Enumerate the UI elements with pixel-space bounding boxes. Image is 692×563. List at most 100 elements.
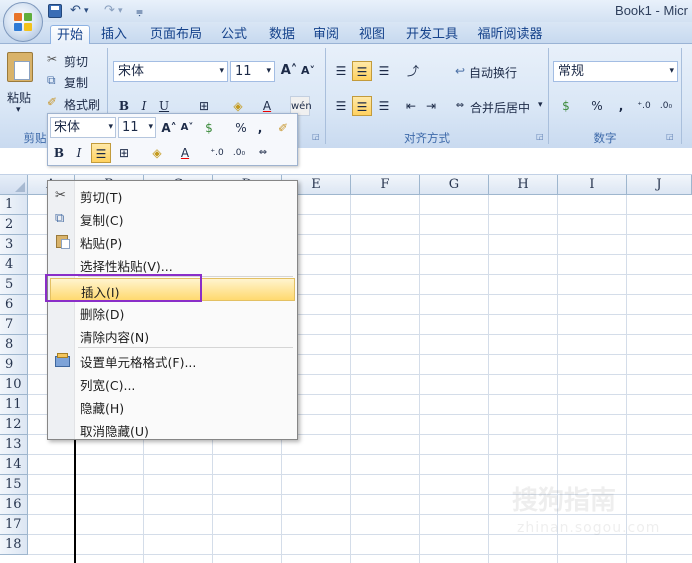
- row-header-14[interactable]: 14: [0, 455, 28, 475]
- redo-dropdown-icon[interactable]: ▾: [118, 3, 123, 19]
- mini-fill-color-icon[interactable]: ◈: [148, 143, 166, 163]
- increase-indent-icon[interactable]: ⇥: [422, 96, 440, 116]
- row-header-6[interactable]: 6: [0, 295, 28, 315]
- menu-item-copy[interactable]: ⧉ 复制(C): [50, 207, 295, 230]
- align-middle-icon[interactable]: ☰: [352, 61, 372, 81]
- copy-button[interactable]: 复制: [64, 74, 88, 91]
- column-header-g[interactable]: G: [420, 175, 489, 195]
- tab-foxit-reader[interactable]: 福昕阅读器: [472, 25, 548, 44]
- menu-item-clear-contents[interactable]: 清除内容(N): [50, 324, 295, 347]
- mini-shrink-font-icon[interactable]: A˅: [180, 118, 194, 138]
- mini-percent-button[interactable]: %: [234, 118, 248, 138]
- row-header-4[interactable]: 4: [0, 255, 28, 275]
- column-header-j[interactable]: J: [627, 175, 692, 195]
- comma-button[interactable]: ,: [615, 96, 627, 116]
- tab-home[interactable]: 开始: [50, 25, 90, 44]
- align-center-icon[interactable]: ☰: [352, 96, 372, 116]
- mini-font-size-box[interactable]: 11 ▾: [118, 117, 156, 138]
- menu-item-paste[interactable]: 粘贴(P): [50, 230, 295, 253]
- column-header-i[interactable]: I: [558, 175, 627, 195]
- tab-data[interactable]: 数据: [262, 25, 302, 44]
- column-header-h[interactable]: H: [489, 175, 558, 195]
- align-top-icon[interactable]: ☰: [332, 61, 350, 81]
- column-header-f[interactable]: F: [351, 175, 420, 195]
- font-size-box[interactable]: 11 ▾: [230, 61, 275, 82]
- merge-dropdown-icon[interactable]: ▾: [538, 100, 543, 110]
- menu-item-cut[interactable]: ✂ 剪切(T): [50, 184, 295, 207]
- office-button[interactable]: [3, 2, 43, 42]
- align-right-icon[interactable]: ☰: [375, 96, 393, 116]
- redo-icon[interactable]: ↷: [104, 3, 115, 19]
- mini-increase-decimal-icon[interactable]: ⁺.0: [208, 143, 226, 163]
- row-header-2[interactable]: 2: [0, 215, 28, 235]
- wrap-text-icon[interactable]: ↩: [452, 61, 468, 81]
- mini-center-align-icon[interactable]: ☰: [91, 143, 111, 163]
- menu-item-unhide[interactable]: 取消隐藏(U): [50, 418, 295, 441]
- cut-button[interactable]: 剪切: [64, 53, 88, 70]
- undo-icon[interactable]: ↶: [70, 3, 81, 19]
- merge-center-icon[interactable]: ⇔: [452, 96, 468, 116]
- row-header-8[interactable]: 8: [0, 335, 28, 355]
- tab-developer[interactable]: 开发工具: [400, 25, 464, 44]
- row-header-7[interactable]: 7: [0, 315, 28, 335]
- mini-font-name-box[interactable]: 宋体 ▾: [50, 117, 116, 138]
- tab-view[interactable]: 视图: [354, 25, 390, 44]
- mini-font-color-icon[interactable]: A: [176, 143, 194, 163]
- menu-item-hide[interactable]: 隐藏(H): [50, 395, 295, 418]
- merge-center-button[interactable]: 合并后居中: [470, 99, 530, 116]
- format-painter-button[interactable]: 格式刷: [64, 96, 100, 113]
- menu-item-format-cells[interactable]: 设置单元格格式(F)...: [50, 349, 295, 372]
- alignment-launcher-icon[interactable]: ◲: [536, 132, 544, 141]
- menu-item-column-width[interactable]: 列宽(C)...: [50, 372, 295, 395]
- row-header-18[interactable]: 18: [0, 535, 28, 555]
- mini-comma-button[interactable]: ,: [254, 118, 266, 138]
- row-header-15[interactable]: 15: [0, 475, 28, 495]
- undo-dropdown-icon[interactable]: ▾: [84, 3, 89, 19]
- mini-italic-button[interactable]: I: [72, 143, 86, 163]
- mini-format-painter-icon[interactable]: ✐: [274, 118, 292, 138]
- row-header-13[interactable]: 13: [0, 435, 28, 455]
- mini-bold-button[interactable]: B: [52, 143, 66, 163]
- currency-icon[interactable]: $: [555, 96, 577, 116]
- decrease-decimal-icon[interactable]: .0₀: [656, 96, 676, 116]
- row-header-17[interactable]: 17: [0, 515, 28, 535]
- font-name-box[interactable]: 宋体 ▾: [113, 61, 228, 82]
- row-header-3[interactable]: 3: [0, 235, 28, 255]
- mini-currency-icon[interactable]: $: [198, 118, 220, 138]
- mini-merge-icon[interactable]: ⇔: [253, 143, 273, 163]
- mini-borders-icon[interactable]: ⊞: [115, 143, 133, 163]
- number-launcher-icon[interactable]: ◲: [666, 132, 674, 141]
- font-launcher-icon[interactable]: ◲: [312, 132, 320, 141]
- mini-decrease-decimal-icon[interactable]: .0₀: [230, 143, 248, 163]
- select-all-corner[interactable]: [0, 175, 28, 195]
- row-header-16[interactable]: 16: [0, 495, 28, 515]
- decrease-indent-icon[interactable]: ⇤: [402, 96, 420, 116]
- increase-decimal-icon[interactable]: ⁺.0: [634, 96, 654, 116]
- tab-page-layout[interactable]: 页面布局: [144, 25, 208, 44]
- align-left-icon[interactable]: ☰: [332, 96, 350, 116]
- paste-dropdown-icon[interactable]: ▾: [16, 105, 21, 115]
- align-bottom-icon[interactable]: ☰: [375, 61, 393, 81]
- paste-button[interactable]: 粘贴: [7, 89, 31, 106]
- wrap-text-button[interactable]: 自动换行: [469, 64, 517, 81]
- row-header-10[interactable]: 10: [0, 375, 28, 395]
- menu-item-delete[interactable]: 删除(D): [50, 301, 295, 324]
- number-format-box[interactable]: 常规 ▾: [553, 61, 678, 82]
- tab-review[interactable]: 审阅: [308, 25, 344, 44]
- save-icon[interactable]: [48, 4, 62, 18]
- orientation-icon[interactable]: ⤴: [400, 61, 426, 81]
- paste-icon[interactable]: [7, 52, 33, 82]
- row-header-11[interactable]: 11: [0, 395, 28, 415]
- menu-item-paste-special[interactable]: 选择性粘贴(V)...: [50, 253, 295, 276]
- mini-grow-font-icon[interactable]: A˄: [160, 118, 178, 138]
- tab-insert[interactable]: 插入: [96, 25, 132, 44]
- customize-qat-icon[interactable]: ⩦: [136, 3, 143, 19]
- row-header-1[interactable]: 1: [0, 195, 28, 215]
- row-header-12[interactable]: 12: [0, 415, 28, 435]
- row-header-9[interactable]: 9: [0, 355, 28, 375]
- grow-font-icon[interactable]: A˄: [280, 61, 298, 81]
- row-header-5[interactable]: 5: [0, 275, 28, 295]
- shrink-font-icon[interactable]: A˅: [300, 61, 316, 81]
- percent-button[interactable]: %: [590, 96, 604, 116]
- tab-formulas[interactable]: 公式: [214, 25, 254, 44]
